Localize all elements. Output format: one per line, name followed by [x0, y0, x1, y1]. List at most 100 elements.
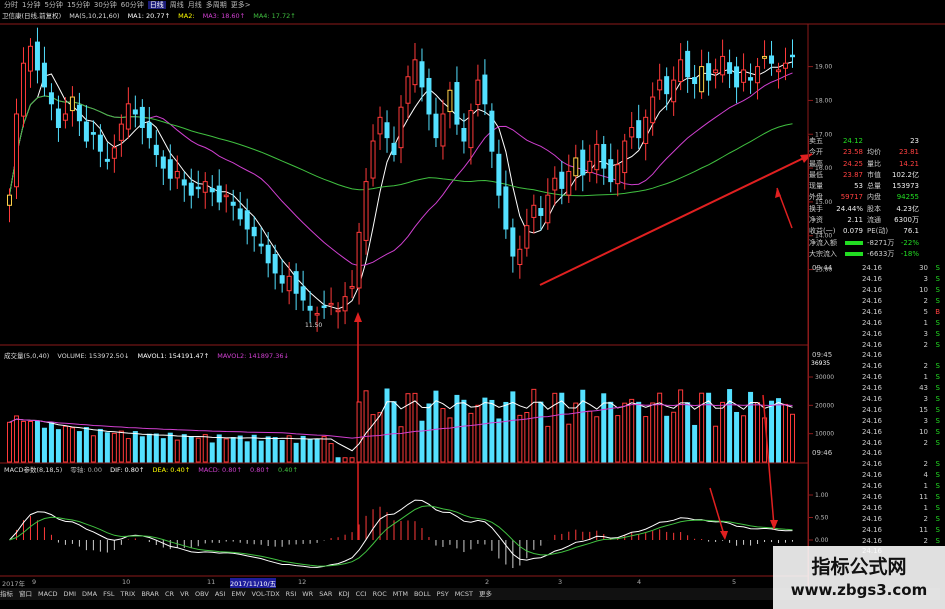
tick-time [809, 274, 842, 285]
tick-volume: 2 [923, 362, 928, 371]
volume-bar [216, 434, 222, 463]
indicator-tab-16[interactable]: SAR [319, 590, 332, 598]
tick-price: 24.16 [861, 296, 882, 305]
indicator-tab-24[interactable]: 更多 [479, 590, 492, 598]
mavol1-value: MAVOL1: 154191.47↑ [137, 352, 210, 360]
volume-bar [146, 433, 152, 463]
indicator-tab-7[interactable]: BRAR [141, 590, 159, 598]
quote-label: PE(动) [867, 227, 889, 236]
candle-body [48, 92, 54, 105]
tick-time [809, 394, 842, 405]
candle-body [153, 144, 159, 156]
quote-value: 4.23亿 [896, 204, 919, 213]
indicator-tab-22[interactable]: PSY [437, 590, 449, 598]
candle-body [272, 254, 278, 274]
tick-side: S [935, 275, 940, 284]
volume-bar [160, 438, 166, 463]
indicator-tab-18[interactable]: CCI [356, 590, 367, 598]
candle-body [342, 296, 348, 312]
indicator-tab-20[interactable]: MTM [393, 590, 408, 598]
candle-body [139, 106, 145, 128]
tick-price: 24.16 [861, 427, 882, 436]
candle-body [27, 45, 33, 72]
volume-bar [132, 431, 138, 463]
candle-body [510, 227, 516, 257]
volume-bar [769, 400, 775, 463]
indicator-tab-17[interactable]: KDJ [338, 590, 349, 598]
indicator-tab-2[interactable]: MACD [38, 590, 57, 598]
candle-body [419, 61, 425, 88]
indicator-tab-5[interactable]: FSL [103, 590, 114, 598]
candle-body [433, 113, 439, 139]
indicator-tab-0[interactable]: 指标 [0, 590, 13, 598]
volume-bar [356, 401, 362, 463]
volume-bar [20, 420, 26, 463]
volume-bar [573, 402, 579, 463]
candle-body [300, 286, 306, 301]
volume-bar [475, 404, 481, 463]
tick-row: 24.16 1 S [809, 503, 945, 514]
tick-row: 24.16 2 S [809, 361, 945, 372]
indicator-tab-23[interactable]: MCST [455, 590, 473, 598]
indicator-tab-19[interactable]: ROC [373, 590, 387, 598]
quote-value: 153973 [892, 182, 919, 191]
quote-value: 76.1 [903, 227, 919, 236]
candle-body [335, 309, 341, 313]
watermark: 指标公式网 www.zbgs3.com [773, 546, 945, 609]
candle-body [496, 153, 502, 196]
macd-title: MACD参数(8,18,5) [4, 466, 63, 474]
tick-volume [882, 350, 928, 361]
tick-side: S [935, 492, 940, 501]
tick-side: S [935, 340, 940, 349]
candle-body [475, 79, 481, 105]
quote-value [843, 238, 863, 249]
candle-body [692, 77, 698, 85]
candle-body [573, 157, 579, 177]
quote-row: 净资 2.11 流通 6300万 [809, 215, 945, 226]
indicator-tab-1[interactable]: 窗口 [19, 590, 32, 598]
candle-body [650, 96, 656, 124]
candle-body [370, 140, 376, 179]
volume-bar [594, 416, 600, 463]
indicator-tab-3[interactable]: DMI [63, 590, 76, 598]
tick-volume: 11 [919, 525, 928, 534]
quote-label: 市值 [867, 170, 881, 179]
tick-volume: 2 [923, 460, 928, 469]
candle-body [594, 143, 600, 171]
volume-bar [503, 401, 509, 463]
macd-value: MACD: 0.80↑ [198, 466, 242, 474]
tick-time [809, 427, 842, 438]
volume-bar [538, 401, 544, 463]
quote-label: 总量 [867, 182, 881, 191]
candle-body [545, 194, 551, 224]
candle-body [678, 59, 684, 82]
tick-price: 24.16 [861, 286, 882, 295]
volume-bar [783, 403, 789, 463]
candle-body [97, 134, 103, 152]
indicator-tab-8[interactable]: CR [165, 590, 174, 598]
candle-body [321, 305, 327, 309]
indicator-tab-10[interactable]: OBV [195, 590, 209, 598]
indicator-tab-4[interactable]: DMA [82, 590, 97, 598]
indicator-tab-12[interactable]: EMV [231, 590, 245, 598]
stock-chart[interactable]: 19.0018.0017.0016.0015.0014.0013.0011.50… [0, 0, 945, 609]
indicator-tab-21[interactable]: BOLL [414, 590, 431, 598]
candle-body [727, 62, 733, 74]
quote-value [843, 249, 863, 260]
indicator-tab-13[interactable]: VOL-TDX [252, 590, 280, 598]
indicator-tab-11[interactable]: ASI [215, 590, 226, 598]
tick-row: 24.16 2 S [809, 459, 945, 470]
indicator-tab-14[interactable]: RSI [286, 590, 297, 598]
volume-bar [174, 439, 180, 463]
tick-row: 24.16 2 S [809, 536, 945, 547]
volume-bar [517, 414, 523, 463]
candle-body [531, 204, 537, 218]
candle-body [195, 186, 201, 190]
indicator-tab-6[interactable]: TRIX [120, 590, 135, 598]
indicator-tab-15[interactable]: WR [302, 590, 313, 598]
candle-body [90, 132, 96, 135]
volume-bar [524, 411, 530, 463]
quote-label: 卖五 [809, 137, 823, 145]
tick-row: 24.16 11 S [809, 525, 945, 536]
indicator-tab-9[interactable]: VR [180, 590, 189, 598]
